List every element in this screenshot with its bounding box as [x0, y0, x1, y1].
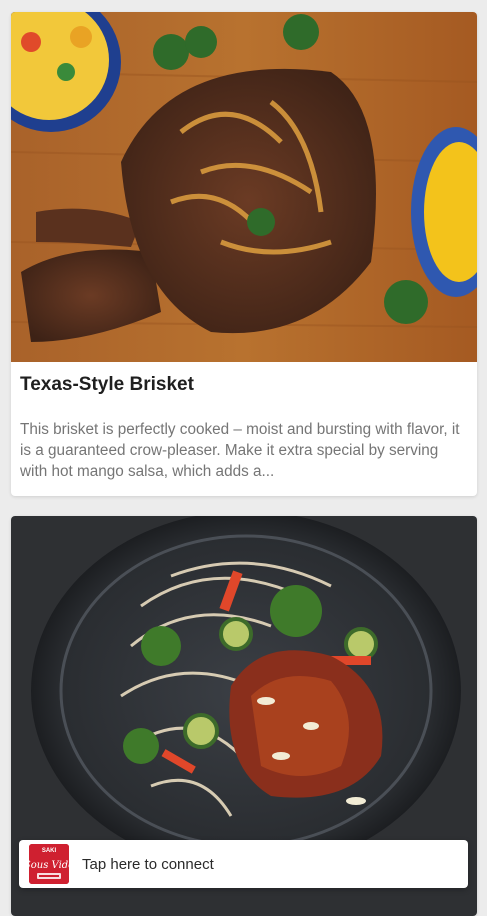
connect-bar[interactable]: SAKI Sous Vide Tap here to connect — [19, 840, 468, 888]
recipe-card-brisket[interactable]: Texas-Style Brisket This brisket is perf… — [11, 12, 477, 496]
logo-brand: SAKI — [42, 848, 57, 854]
logo-text: Sous Vide — [29, 860, 69, 871]
recipe-title[interactable]: Texas-Style Brisket — [20, 374, 460, 396]
recipe-photo-brisket[interactable] — [11, 12, 477, 362]
recipe-description: This brisket is perfectly cooked – moist… — [20, 421, 460, 480]
recipe-feed: Texas-Style Brisket This brisket is perf… — [0, 0, 487, 916]
saki-sous-vide-logo-icon: SAKI Sous Vide — [29, 844, 69, 884]
connect-label[interactable]: Tap here to connect — [82, 856, 214, 873]
